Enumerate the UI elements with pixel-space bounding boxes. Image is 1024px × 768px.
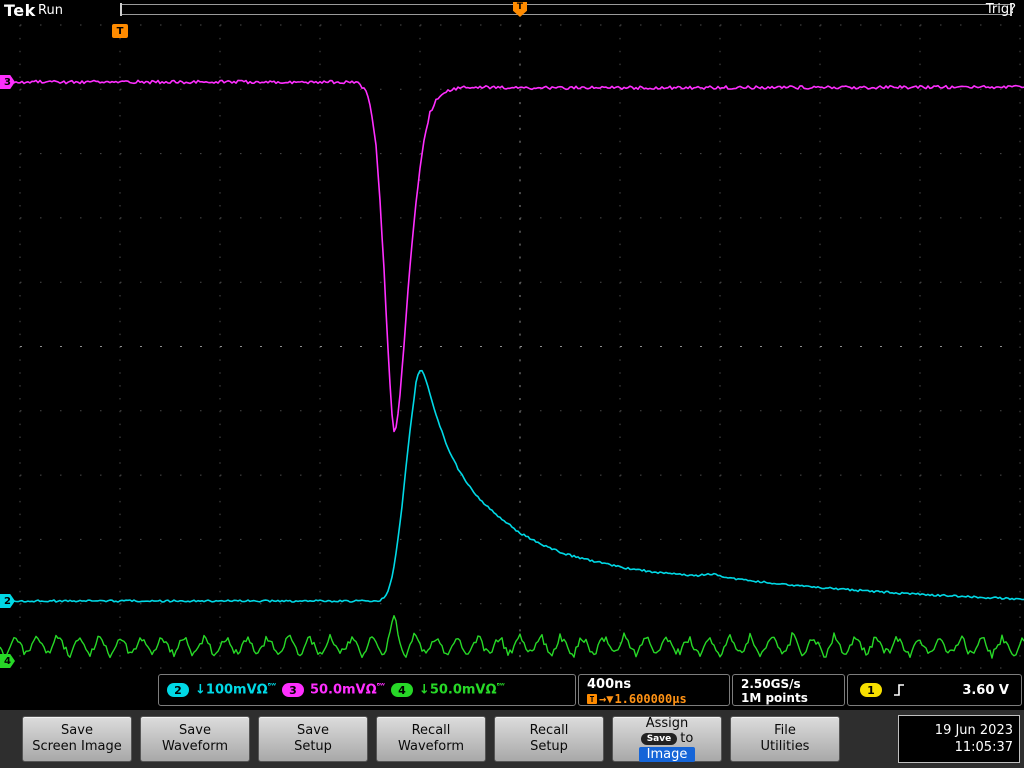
delay-trigger-icon: T	[587, 694, 597, 704]
ch3-ground-marker[interactable]: 3	[0, 75, 15, 89]
assign-save-button[interactable]: Assign Save to Image	[612, 716, 722, 763]
ch2-ground-marker[interactable]: 2	[0, 594, 15, 608]
save-setup-button[interactable]: Save Setup	[258, 716, 368, 762]
acquisition-readout[interactable]: 2.50GS/s 1M points	[732, 674, 845, 706]
save-screen-image-button[interactable]: Save Screen Image	[22, 716, 132, 762]
rising-edge-icon	[894, 684, 904, 696]
ch3-badge: 3	[281, 683, 304, 697]
ch4-scale: ↓50.0mVΩᴮᵂ	[418, 682, 505, 698]
record-view-bar[interactable]	[120, 3, 1012, 16]
ch3-scale: 50.0mVΩᴮᵂ	[309, 682, 385, 698]
ch4-badge: 4	[390, 683, 413, 697]
ch3-trace	[0, 79, 1024, 433]
save-waveform-button[interactable]: Save Waveform	[140, 716, 250, 762]
delay-arrow-icon: →▼	[599, 692, 614, 706]
file-utilities-button[interactable]: File Utilities	[730, 716, 840, 762]
timebase-scale: 400ns	[587, 677, 632, 692]
trigger-level-value: 3.60 V	[962, 682, 1009, 698]
oscilloscope-screen: Tek Run T Trig? T 3 2 4 2 ↓100mVΩᴮᵂ 3 50…	[0, 0, 1024, 768]
ch2-badge: 2	[167, 683, 189, 697]
recall-waveform-button[interactable]: Recall Waveform	[376, 716, 486, 762]
trigger-source-badge: 1	[860, 683, 882, 697]
sample-rate: 2.50GS/s	[741, 677, 801, 691]
trigger-status: Trig?	[985, 2, 1016, 17]
ch2-scale: ↓100mVΩᴮᵂ	[195, 682, 276, 698]
trigger-readout[interactable]: 1 3.60 V	[847, 674, 1022, 706]
time: 11:05:37	[954, 740, 1013, 755]
horizontal-readout[interactable]: 400ns T →▼ 1.600000µs	[578, 674, 730, 706]
recall-setup-button[interactable]: Recall Setup	[494, 716, 604, 762]
delay-value: 1.600000µs	[614, 692, 687, 706]
trigger-level-indicator[interactable]: T	[112, 24, 128, 38]
record-length: 1M points	[741, 691, 808, 705]
assign-target-chip: Image	[638, 746, 696, 763]
ch4-ground-marker[interactable]: 4	[0, 654, 15, 668]
channel-readouts[interactable]: 2 ↓100mVΩᴮᵂ 3 50.0mVΩᴮᵂ 4 ↓50.0mVΩᴮᵂ	[158, 674, 576, 706]
softkey-menu-bar: Save Screen Image Save Waveform Save Setup …	[0, 710, 1024, 768]
ch2-bandwidth-icon: ᴮᵂ	[267, 682, 276, 691]
tek-logo: Tek	[4, 1, 36, 20]
ch4-bandwidth-icon: ᴮᵂ	[496, 682, 505, 691]
horizontal-delay: T →▼ 1.600000µs	[587, 692, 721, 706]
waveform-display	[0, 24, 1024, 669]
ch3-bandwidth-icon: ᴮᵂ	[376, 682, 385, 691]
readout-bar: 2 ↓100mVΩᴮᵂ 3 50.0mVΩᴮᵂ 4 ↓50.0mVΩᴮᵂ 400…	[0, 672, 1024, 710]
datetime-display: 19 Jun 2023 11:05:37	[898, 715, 1020, 763]
save-chip: Save	[640, 732, 678, 746]
date: 19 Jun 2023	[934, 723, 1013, 738]
acquisition-status: Run	[38, 3, 63, 18]
ch4-trace	[0, 615, 1024, 659]
ch2-trace	[0, 369, 1024, 603]
